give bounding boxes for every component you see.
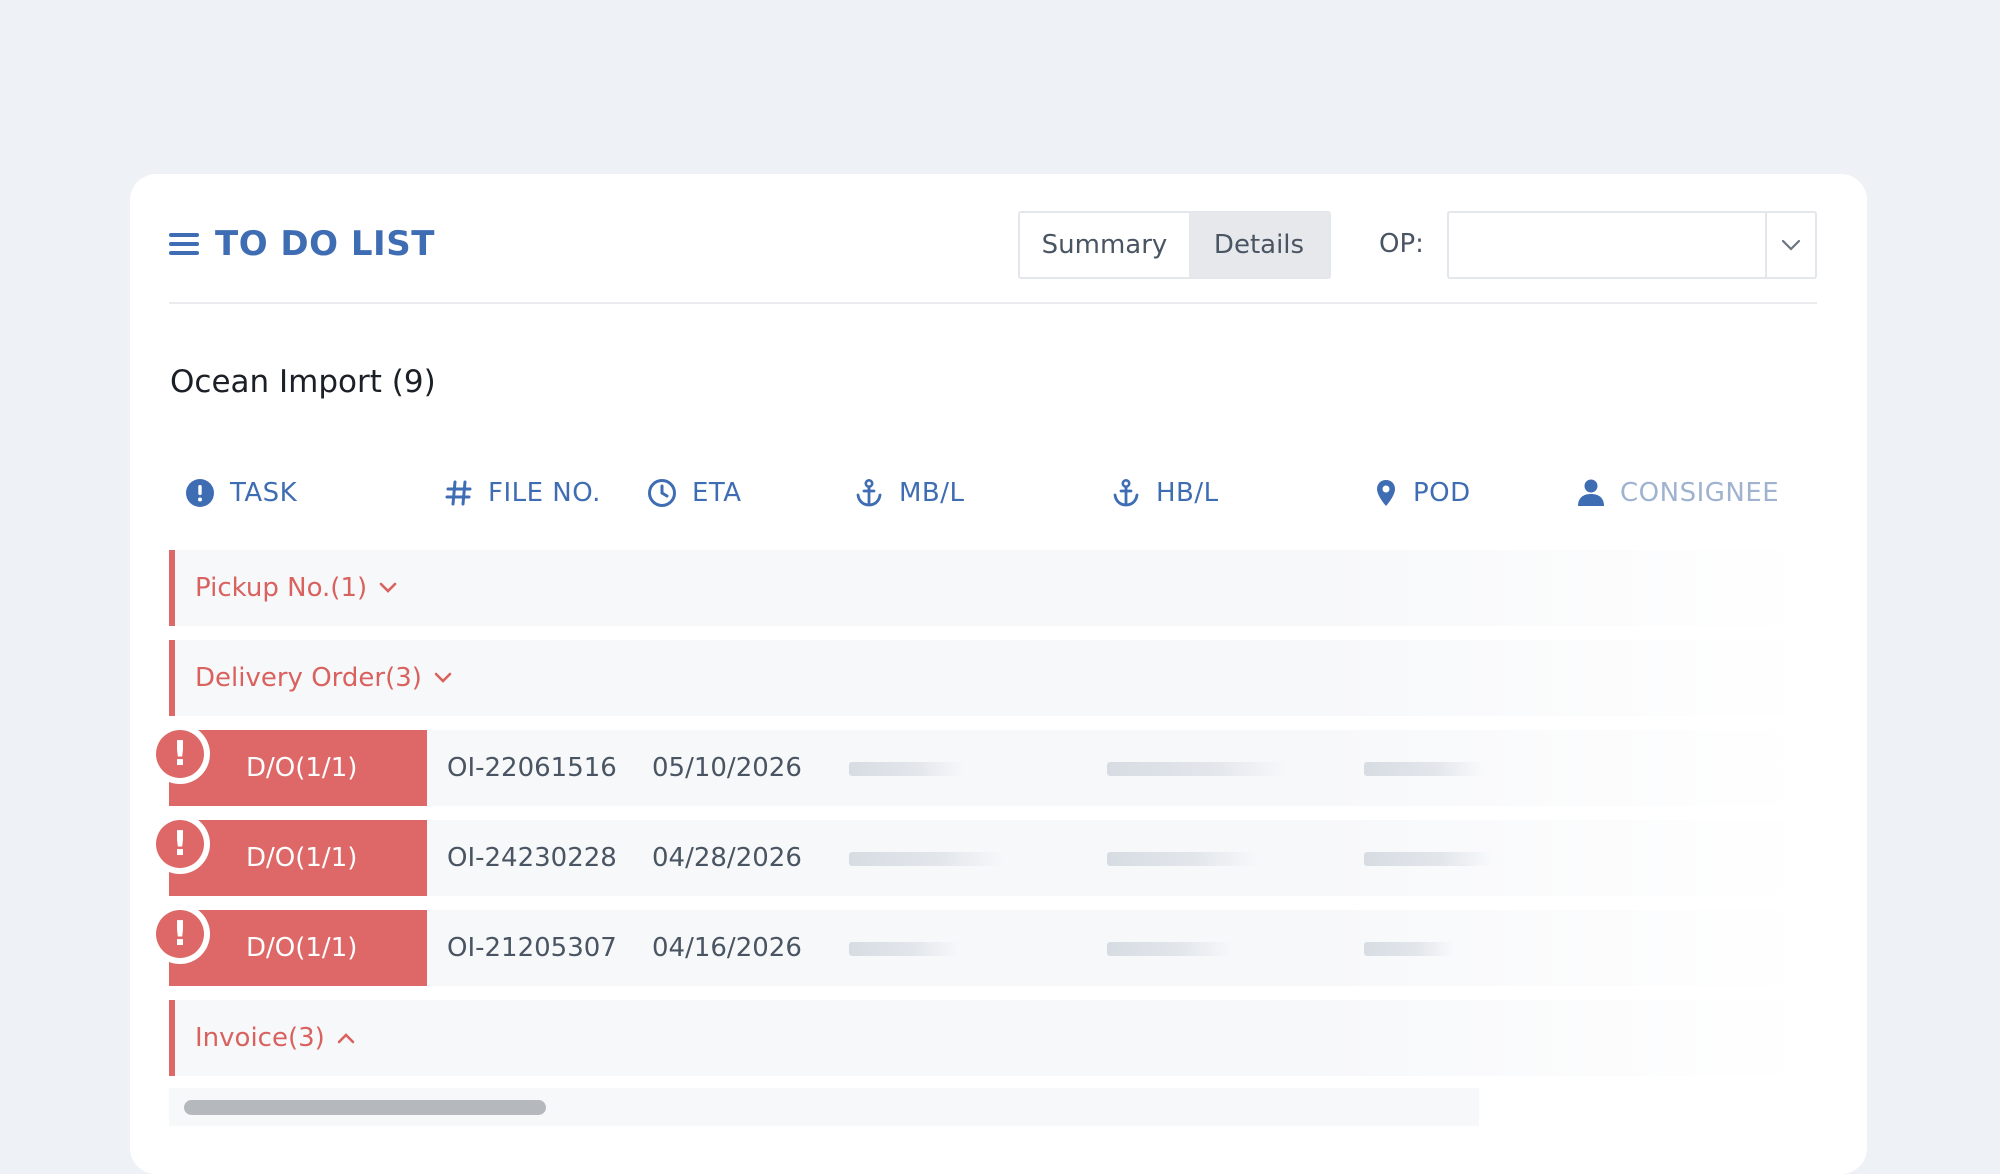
chevron-up-icon (337, 1032, 355, 1044)
todo-card: TO DO LIST Summary Details OP: Ocean Imp… (130, 174, 1867, 1174)
task-cell[interactable]: ! D/O(1/1) (150, 814, 427, 896)
table-row[interactable]: ! D/O(1/1) OI-24230228 04/28/2026 (150, 814, 1809, 896)
alert-icon: ! (150, 724, 210, 784)
group-row-invoice[interactable]: Invoice(3) (169, 1000, 1809, 1076)
details-tab[interactable]: Details (1189, 213, 1329, 277)
column-label: CONSIGNEE (1620, 478, 1780, 508)
file-no-cell[interactable]: OI-21205307 (447, 910, 617, 986)
pod-placeholder (1364, 762, 1484, 776)
mbl-placeholder (849, 852, 1004, 866)
eta-cell: 04/16/2026 (652, 933, 802, 963)
pod-placeholder (1364, 852, 1494, 866)
group-row-pickup[interactable]: Pickup No.(1) (169, 550, 1809, 626)
mbl-placeholder (849, 942, 959, 956)
alert-icon: ! (150, 814, 210, 874)
column-header-hbl[interactable]: HB/L (1111, 478, 1219, 508)
eta-cell: 05/10/2026 (652, 753, 802, 783)
mbl-placeholder (849, 762, 964, 776)
section-title: Ocean Import (9) (170, 364, 436, 400)
chevron-down-icon[interactable] (1765, 213, 1815, 277)
task-cell[interactable]: ! D/O(1/1) (150, 724, 427, 806)
group-label: Delivery Order(3) (195, 663, 422, 693)
task-label: D/O(1/1) (246, 843, 358, 873)
hbl-placeholder (1107, 762, 1287, 776)
menu-icon[interactable] (169, 233, 199, 255)
column-header-eta[interactable]: ETA (647, 478, 742, 508)
column-header-file-no[interactable]: FILE NO. (445, 478, 601, 508)
group-toggle-pickup[interactable]: Pickup No.(1) (195, 550, 397, 626)
column-label: HB/L (1156, 478, 1219, 508)
chevron-down-icon (379, 582, 397, 594)
hbl-placeholder (1107, 942, 1232, 956)
column-label: FILE NO. (488, 478, 601, 508)
title-wrap: TO DO LIST (169, 224, 435, 264)
column-label: MB/L (899, 478, 965, 508)
task-cell[interactable]: ! D/O(1/1) (150, 904, 427, 986)
table-row[interactable]: ! D/O(1/1) OI-22061516 05/10/2026 (150, 724, 1809, 806)
group-label: Pickup No.(1) (195, 573, 368, 603)
op-label: OP: (1379, 229, 1424, 259)
pod-placeholder (1364, 942, 1454, 956)
clock-icon (647, 478, 677, 508)
map-pin-icon (1374, 478, 1398, 508)
summary-tab[interactable]: Summary (1020, 213, 1189, 277)
hash-icon (445, 479, 473, 507)
column-label: POD (1413, 478, 1471, 508)
hbl-placeholder (1107, 852, 1257, 866)
anchor-icon (1111, 478, 1141, 508)
scrollbar-thumb[interactable] (184, 1100, 546, 1115)
table-row[interactable]: ! D/O(1/1) OI-21205307 04/16/2026 (150, 904, 1809, 986)
column-header-task[interactable]: TASK (185, 478, 297, 508)
page-title: TO DO LIST (215, 224, 435, 264)
alert-icon: ! (150, 904, 210, 964)
eta-cell: 04/28/2026 (652, 843, 802, 873)
group-toggle-invoice[interactable]: Invoice(3) (195, 1000, 355, 1076)
column-header-consignee[interactable]: CONSIGNEE (1577, 478, 1779, 508)
column-label: ETA (692, 478, 742, 508)
task-label: D/O(1/1) (246, 933, 358, 963)
header-divider (169, 302, 1817, 304)
op-select[interactable] (1447, 211, 1817, 279)
file-no-cell[interactable]: OI-22061516 (447, 730, 617, 806)
task-label: D/O(1/1) (246, 753, 358, 783)
column-header-mbl[interactable]: MB/L (854, 478, 965, 508)
column-label: TASK (230, 478, 298, 508)
column-header-pod[interactable]: POD (1374, 478, 1471, 508)
group-row-delivery[interactable]: Delivery Order(3) (169, 640, 1809, 716)
anchor-icon (854, 478, 884, 508)
alert-circle-icon (185, 478, 215, 508)
chevron-down-icon (434, 672, 452, 684)
view-toggle: Summary Details (1018, 211, 1331, 279)
user-icon (1577, 478, 1605, 508)
group-toggle-delivery[interactable]: Delivery Order(3) (195, 640, 452, 716)
file-no-cell[interactable]: OI-24230228 (447, 820, 617, 896)
horizontal-scrollbar[interactable] (169, 1088, 1479, 1126)
group-label: Invoice(3) (195, 1023, 325, 1053)
